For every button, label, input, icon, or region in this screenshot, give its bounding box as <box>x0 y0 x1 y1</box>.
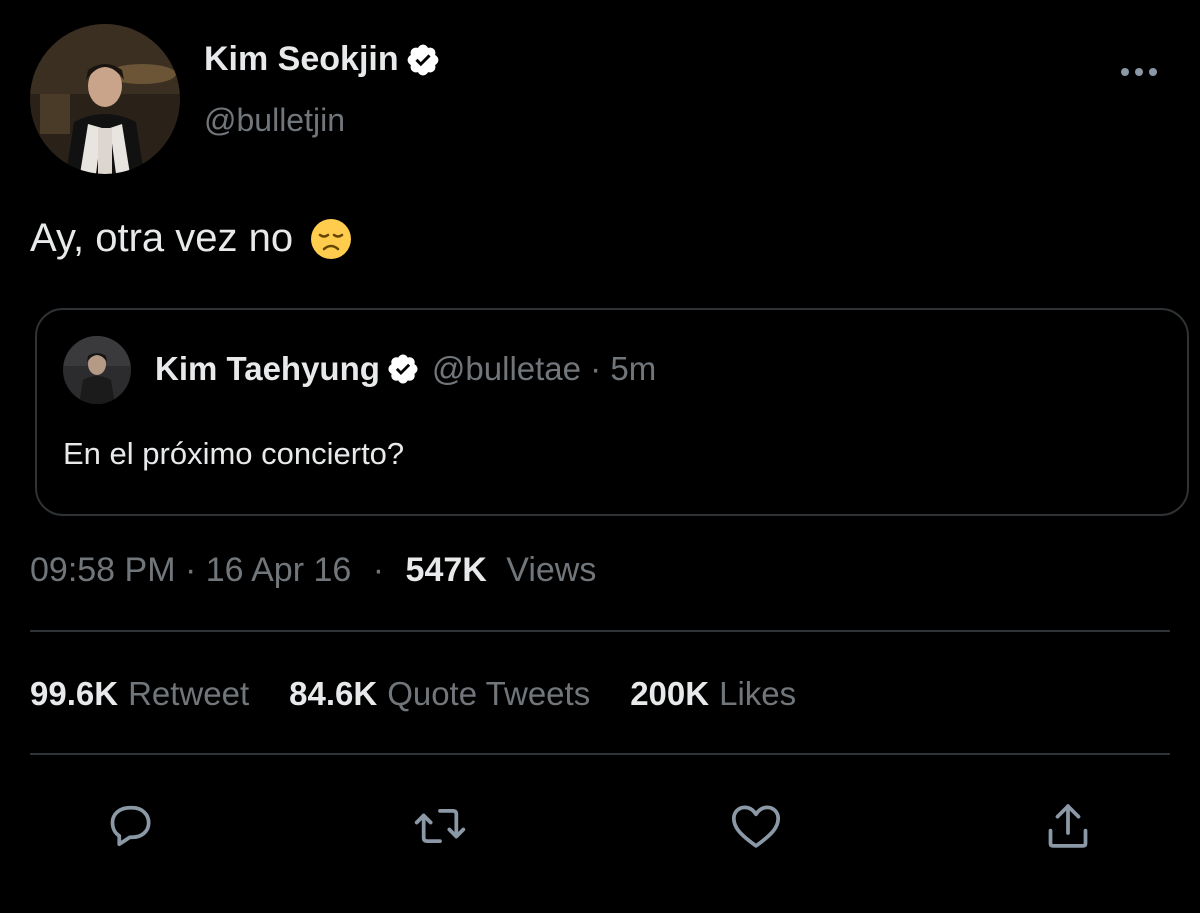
tweet-text: Ay, otra vez no <box>30 216 353 261</box>
quote-author-avatar[interactable] <box>63 336 131 404</box>
quote-header: Kim Taehyung @bulletae · 5m <box>155 350 656 388</box>
engagement-stats: 99.6K Retweet 84.6K Quote Tweets 200K Likes <box>30 675 836 713</box>
quote-handle-time: @bulletae · 5m <box>431 350 657 387</box>
share-icon[interactable] <box>1040 798 1096 854</box>
retweet-stat[interactable]: 99.6K Retweet <box>30 675 249 713</box>
tweet-text-content: Ay, otra vez no <box>30 216 294 260</box>
reply-icon[interactable] <box>102 798 158 854</box>
quote-tweets-stat[interactable]: 84.6K Quote Tweets <box>289 675 590 713</box>
tweet-meta: 09:58 PM · 16 Apr 16 · 547K Views <box>30 551 596 590</box>
views-count: 547K <box>405 551 487 589</box>
retweet-count: 99.6K <box>30 675 119 712</box>
views-label: Views <box>506 551 597 589</box>
divider <box>30 630 1170 632</box>
retweet-icon[interactable] <box>412 798 468 854</box>
meta-separator: · <box>372 551 385 589</box>
likes-stat[interactable]: 200K Likes <box>630 675 796 713</box>
quoted-tweet-card[interactable]: Kim Taehyung @bulletae · 5m En el próxim… <box>35 308 1189 516</box>
author-name-text[interactable]: Kim Seokjin <box>204 40 399 79</box>
likes-count: 200K <box>630 675 710 712</box>
quote-verified-badge-icon <box>386 352 420 386</box>
divider <box>30 753 1170 755</box>
quote-text: En el próximo concierto? <box>63 436 405 471</box>
quote-tweets-count: 84.6K <box>289 675 378 712</box>
disappointed-face-icon <box>309 217 353 261</box>
author-name[interactable]: Kim Seokjin <box>204 40 441 79</box>
like-icon[interactable] <box>728 798 784 854</box>
author-handle[interactable]: @bulletjin <box>204 102 345 139</box>
verified-badge-icon <box>405 42 441 78</box>
author-avatar[interactable] <box>30 24 180 174</box>
likes-label: Likes <box>719 675 797 712</box>
quote-tweets-label: Quote Tweets <box>387 675 591 712</box>
more-options-icon[interactable] <box>1118 62 1160 82</box>
timestamp[interactable]: 09:58 PM · 16 Apr 16 <box>30 551 351 589</box>
retweet-label: Retweet <box>128 675 250 712</box>
quote-author-name[interactable]: Kim Taehyung <box>155 350 380 388</box>
